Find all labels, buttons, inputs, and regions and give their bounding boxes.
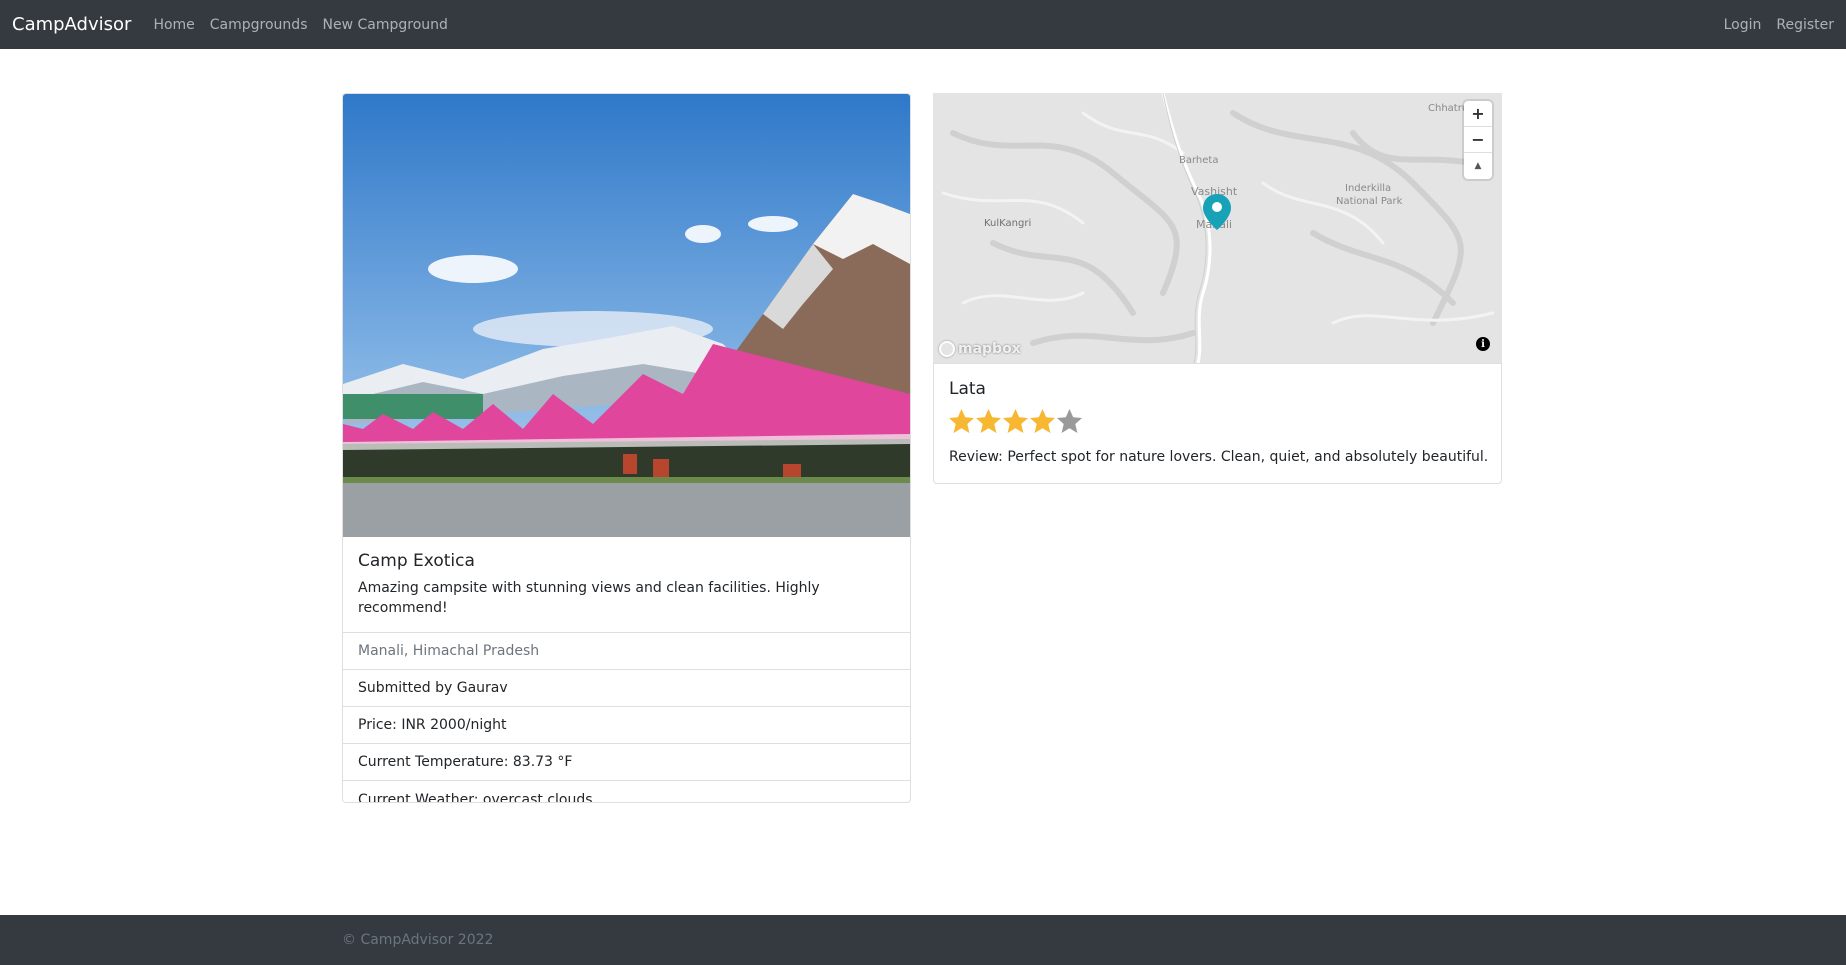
map-label-barheta: Barheta — [1179, 155, 1219, 166]
zoom-out-button[interactable]: − — [1464, 127, 1492, 153]
zoom-in-button[interactable]: + — [1464, 101, 1492, 127]
compass-button[interactable]: ▲ — [1464, 153, 1492, 179]
map-label-chhatru: Chhatru — [1428, 103, 1469, 114]
campground-price: Price: INR 2000/night — [343, 707, 910, 744]
review-rating — [948, 408, 1083, 435]
navbar: CampAdvisor Home Campgrounds New Campgro… — [0, 0, 1846, 49]
nav-register-link[interactable]: Register — [1776, 17, 1834, 33]
map-attribution-info-icon[interactable]: i — [1476, 337, 1490, 351]
review-card: Lata Review: Perfect spot for nature lov… — [933, 363, 1502, 484]
campground-location: Manali, Himachal Pradesh — [343, 633, 910, 670]
campground-title: Camp Exotica — [358, 551, 475, 571]
footer-copyright: © CampAdvisor 2022 — [342, 932, 494, 948]
nav-auth: Login Register — [1709, 17, 1834, 33]
star-filled-icon — [1003, 409, 1028, 433]
campground-temperature: Current Temperature: 83.73 °F — [343, 744, 910, 781]
map-label-kulkangri: KulKangri — [984, 218, 1032, 229]
star-filled-icon — [976, 409, 1001, 433]
mapbox-logo-icon — [939, 341, 955, 357]
mapbox-logo-text: mapbox — [958, 341, 1021, 357]
nav-login-link[interactable]: Login — [1724, 17, 1762, 33]
map-controls: + − ▲ — [1464, 101, 1492, 179]
star-filled-icon — [949, 409, 974, 433]
review-author: Lata — [949, 379, 986, 399]
campground-map[interactable]: Chhatru Barheta Vashisht Manali KulKangr… — [933, 93, 1502, 363]
nav-new-campground-link[interactable]: New Campground — [323, 17, 448, 33]
campground-body: Camp Exotica Amazing campsite with stunn… — [343, 537, 910, 633]
map-label-national-park: National Park — [1336, 196, 1403, 207]
campground-description: Amazing campsite with stunning views and… — [358, 580, 820, 616]
footer: © CampAdvisor 2022 — [0, 915, 1846, 965]
star-filled-icon — [1030, 409, 1055, 433]
campground-photo — [343, 94, 910, 537]
campground-submitted-by: Submitted by Gaurav — [343, 670, 910, 707]
campground-weather: Current Weather: overcast clouds — [358, 791, 593, 803]
map-label-inderkilla: Inderkilla — [1345, 183, 1392, 194]
review-text: Review: Perfect spot for nature lovers. … — [949, 449, 1489, 465]
map-marker-icon[interactable] — [1203, 194, 1231, 230]
nav-campgrounds-link[interactable]: Campgrounds — [210, 17, 308, 33]
star-empty-icon — [1057, 409, 1082, 433]
nav-home-link[interactable]: Home — [153, 17, 194, 33]
campground-card: Camp Exotica Amazing campsite with stunn… — [342, 93, 911, 803]
brand-link[interactable]: CampAdvisor — [12, 14, 131, 35]
mapbox-logo[interactable]: mapbox — [939, 341, 1021, 357]
